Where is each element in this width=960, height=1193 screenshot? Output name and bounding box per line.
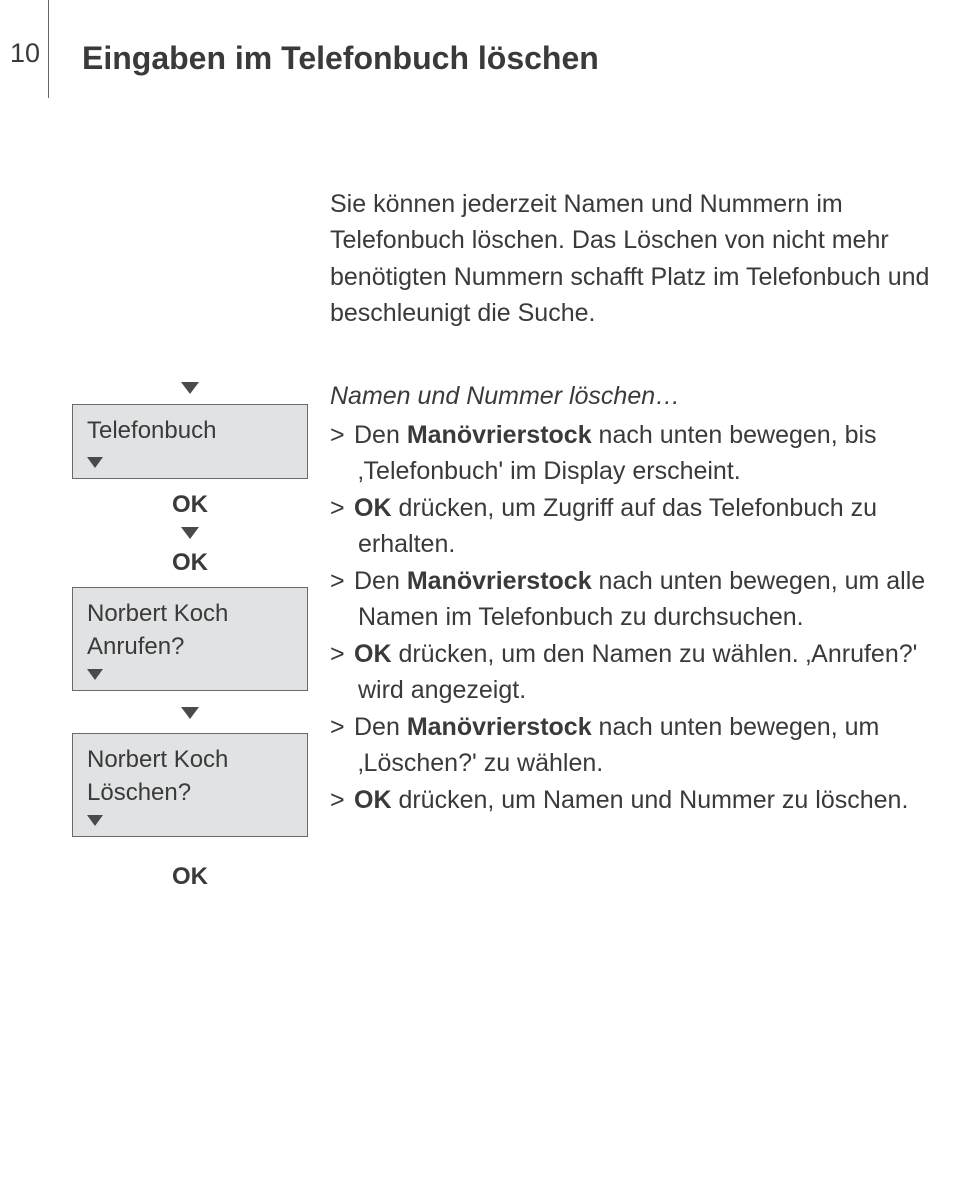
instruction-step: >Den Manövrierstock nach unten bewegen, … [330,563,960,636]
ok-label: OK [172,549,208,577]
step-text: drücken, um Zugriff auf das Telefonbuch … [358,494,877,559]
bullet-gt: > [330,636,354,673]
ok-label: OK [172,491,208,519]
bullet-gt: > [330,417,354,454]
step-text: drücken, um Namen und Nummer zu löschen. [392,786,909,814]
down-triangle-icon [87,457,103,468]
bullet-gt: > [330,563,354,600]
step-keyword: Manövrierstock [407,567,592,595]
step-keyword: OK [354,494,392,522]
step-text: Den [354,421,407,449]
step-keyword: Manövrierstock [407,713,592,741]
ok-label: OK [172,863,208,891]
page-number: 10 [10,38,40,69]
display-text: Telefonbuch [87,415,293,447]
bullet-gt: > [330,709,354,746]
step-text: Den [354,567,407,595]
display-box-anrufen: Norbert Koch Anrufen? [72,587,308,691]
step-text: Den [354,713,407,741]
instruction-step: >Den Manövrierstock nach unten bewegen, … [330,417,960,490]
display-text: Anrufen? [87,631,293,663]
display-text: Löschen? [87,777,293,809]
instruction-step: >OK drücken, um Namen und Nummer zu lösc… [330,782,960,819]
bullet-gt: > [330,490,354,527]
bullet-gt: > [330,782,354,819]
down-triangle-icon [181,382,199,394]
display-text: Norbert Koch [87,598,293,630]
down-triangle-icon [87,669,103,680]
down-triangle-icon [87,815,103,826]
down-triangle-icon [181,527,199,539]
display-box-loeschen: Norbert Koch Löschen? [72,733,308,837]
display-text: Norbert Koch [87,744,293,776]
instruction-step: >OK drücken, um Zugriff auf das Telefonb… [330,490,960,563]
left-column: Telefonbuch OK OK Norbert Koch Anrufen? … [72,378,308,893]
instruction-step: >OK drücken, um den Namen zu wählen. ‚An… [330,636,960,709]
step-keyword: OK [354,786,392,814]
right-column: Namen und Nummer löschen… >Den Manövrier… [330,378,960,818]
page-heading: Eingaben im Telefonbuch löschen [82,40,599,77]
intro-paragraph: Sie können jederzeit Namen und Nummern i… [330,186,930,331]
step-text: drücken, um den Namen zu wählen. ‚Anrufe… [358,640,917,705]
manual-page: 10 Eingaben im Telefonbuch löschen Sie k… [0,0,960,1193]
step-keyword: OK [354,640,392,668]
top-divider [48,0,49,98]
instruction-step: >Den Manövrierstock nach unten bewegen, … [330,709,960,782]
down-triangle-icon [181,707,199,719]
section-subheading: Namen und Nummer löschen… [330,378,960,415]
step-keyword: Manövrierstock [407,421,592,449]
display-box-telefonbuch: Telefonbuch [72,404,308,479]
